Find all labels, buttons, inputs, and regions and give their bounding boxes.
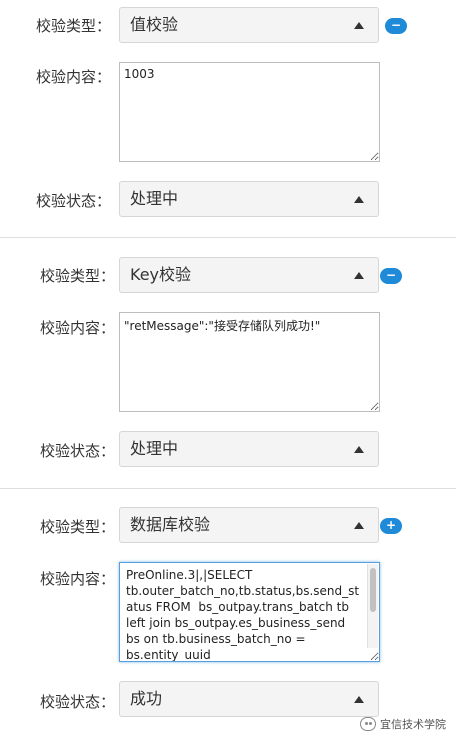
content-label: 校验内容： (40, 570, 116, 588)
status-select[interactable]: 处理中 (119, 431, 379, 467)
status-select[interactable]: 处理中 (119, 181, 379, 217)
watermark-text: 宜信技术学院 (380, 718, 446, 731)
status-select-value: 处理中 (130, 189, 179, 208)
status-select-value: 成功 (130, 689, 163, 708)
type-select-value: Key校验 (130, 265, 192, 284)
type-select-value: 数据库校验 (130, 515, 211, 534)
type-select-value: 值校验 (130, 15, 179, 34)
status-select[interactable]: 成功 (119, 681, 379, 717)
remove-group-button[interactable]: − (380, 268, 402, 284)
content-textarea[interactable] (119, 62, 380, 162)
status-label: 校验状态： (40, 693, 116, 711)
remove-group-button[interactable]: − (385, 18, 407, 34)
status-label: 校验状态： (40, 442, 116, 460)
dropdown-arrow-icon (354, 272, 364, 279)
type-select[interactable]: 数据库校验 (119, 507, 379, 543)
type-select[interactable]: 值校验 (119, 7, 379, 43)
validation-group-3: 校验类型： 数据库校验 + 校验内容： 校验状态： 成功 (0, 489, 456, 744)
content-textarea[interactable] (119, 562, 380, 662)
scroll-thumb[interactable] (370, 568, 376, 612)
content-textarea[interactable] (119, 312, 380, 412)
status-select-value: 处理中 (130, 439, 179, 458)
dropdown-arrow-icon (354, 22, 364, 29)
add-group-button[interactable]: + (380, 518, 402, 534)
textarea-scrollbar[interactable] (367, 564, 378, 648)
content-label: 校验内容： (36, 68, 112, 86)
dropdown-arrow-icon (354, 522, 364, 529)
status-label: 校验状态： (36, 192, 112, 210)
watermark: 宜信技术学院 (360, 716, 446, 732)
dropdown-arrow-icon (354, 696, 364, 703)
wechat-icon (360, 717, 376, 731)
type-label: 校验类型： (40, 267, 116, 285)
type-label: 校验类型： (40, 518, 116, 536)
content-label: 校验内容： (40, 319, 116, 337)
validation-group-1: 校验类型： 值校验 − 校验内容： 校验状态： 处理中 (0, 0, 456, 237)
type-select[interactable]: Key校验 (119, 257, 379, 293)
validation-group-2: 校验类型： Key校验 − 校验内容： 校验状态： 处理中 (0, 238, 456, 488)
type-label: 校验类型： (36, 17, 112, 35)
dropdown-arrow-icon (354, 196, 364, 203)
dropdown-arrow-icon (354, 446, 364, 453)
